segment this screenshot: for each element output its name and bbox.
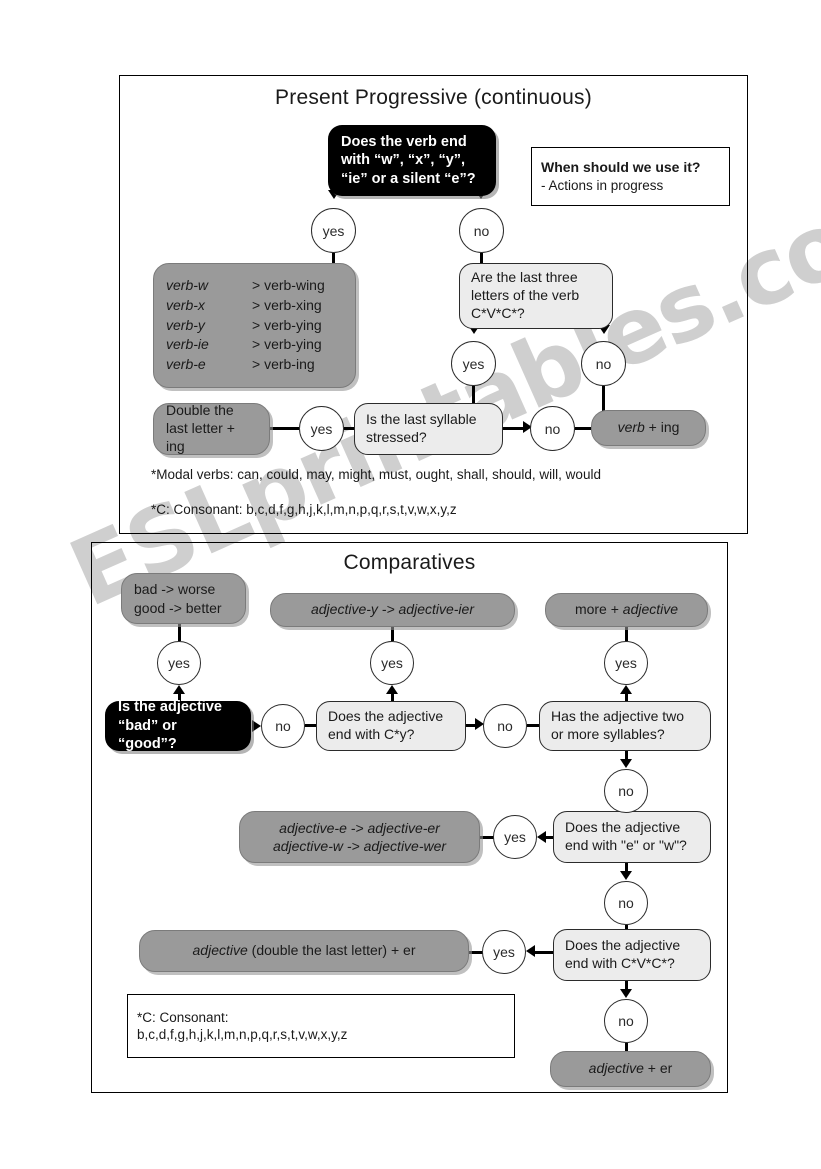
rule-to-1: > verb-xing [252,296,322,313]
arrow-down-to-no-4 [620,871,632,880]
rule-to-4: > verb-ing [252,356,315,373]
rule-from-2: verb-y [166,316,205,333]
decision-no-3: no [530,406,575,451]
result-double-last-letter: Double the last letter + ing [153,402,270,455]
usage-note-heading: When should we use it? [541,158,701,175]
question-end-with-e-or-w: Does the adjective end with "e" or "w"? [553,811,711,863]
page-title-comparatives: Comparatives [343,551,476,574]
rule-from-3: verb-ie [166,336,209,353]
panel-comparatives: Comparatives bad -> worse good -> better… [91,542,728,1093]
result-irregular-comparatives: bad -> worse good -> better [121,573,246,624]
footnote-modal-verbs: *Modal verbs: can, could, may, might, mu… [151,467,601,482]
panel-present-progressive: Present Progressive (continuous) Does th… [119,75,748,534]
decision-no-3-comparatives: no [604,769,648,813]
result-double-italic: adjective [192,942,248,959]
rule-to-2: > verb-ying [252,316,322,333]
connector-yes2-to-stress [472,386,475,404]
arrow-left-yes-5 [526,945,535,957]
rule-to-3: > verb-ying [252,336,322,353]
footnote-consonant-present: *C: Consonant: b,c,d,f,g,h,j,k,l,m,n,p,q… [151,502,457,517]
result-more-adjective: more + adjective [545,593,708,627]
connector-stress-to-no3 [503,427,525,430]
arrow-down-to-no-5 [620,989,632,998]
rule-from-4: verb-e [166,356,206,373]
decision-no-2-comparatives: no [483,704,527,748]
result-y-to-ier: adjective-y -> adjective-ier [270,593,515,627]
decision-yes-2: yes [451,341,496,386]
question-end-with-cvc-comparatives: Does the adjective end with C*V*C*? [553,929,711,981]
footnote-consonant-line2: b,c,d,f,g,h,j,k,l,m,n,p,q,r,s,t,v,w,x,y,… [137,1027,348,1042]
arrow-down-to-no-3-comparatives [620,759,632,768]
question-last-syllable-stressed: Is the last syllable stressed? [354,403,503,455]
question-end-with-cy: Does the adjective end with C*y? [316,701,466,751]
connector-ew-result-to-yes4 [480,836,494,839]
verb-rules-grid: verb-w > verb-wing verb-x > verb-xing ve… [166,277,343,375]
usage-note-line: - Actions in progress [541,177,664,193]
decision-no-1: no [459,208,504,253]
connector-double-result-to-yes5 [469,951,483,954]
decision-yes-3-comparatives: yes [604,641,648,685]
footnote-consonant-box: *C: Consonant: b,c,d,f,g,h,j,k,l,m,n,p,q… [127,994,515,1058]
result-verb-plus-ing: verb + ing [591,410,706,446]
rule-from-0: verb-w [166,276,209,293]
decision-no-1-comparatives: no [261,704,305,748]
decision-no-4-comparatives: no [604,881,648,925]
arrow-up-yes-3 [620,685,632,694]
connector-irregular-to-yes1 [178,624,181,641]
page-title-present-progressive: Present Progressive (continuous) [275,86,592,109]
question-last-three-letters-cvc: Are the last three letters of the verb C… [459,263,613,329]
arrow-right-to-no-1-comparatives [252,720,261,732]
connector-yier-to-yes2 [391,627,394,641]
question-two-or-more-syllables: Has the adjective two or more syllables? [539,701,711,751]
decision-no-5-comparatives: no [604,999,648,1043]
decision-yes-3: yes [299,406,344,451]
result-double-last-letter-er: adjective (double the last letter) + er [139,930,469,972]
question-verb-ending: Does the verb end with “w”, “x”, “y”, “i… [328,125,496,196]
rule-from-1: verb-x [166,296,205,313]
worksheet-page: ESLprintables.com Present Progressive (c… [0,0,821,1169]
decision-yes-4-comparatives: yes [493,815,537,859]
result-verb-italic: verb [617,419,645,436]
connector-yes5-to-cvc [534,951,553,954]
decision-yes-1: yes [311,208,356,253]
footnote-consonant-line1: *C: Consonant: [137,1009,229,1025]
decision-yes-5-comparatives: yes [482,930,526,974]
decision-yes-2-comparatives: yes [370,641,414,685]
decision-no-2: no [581,341,626,386]
rule-to-0: > verb-wing [252,276,325,293]
result-adjective-italic: adjective [588,1060,644,1077]
result-adjective-plus-er: adjective + er [550,1051,711,1087]
arrow-up-yes-2 [386,685,398,694]
decision-yes-1-comparatives: yes [157,641,201,685]
usage-note-box: When should we use it? - Actions in prog… [531,147,730,206]
connector-double-to-yes3 [270,427,299,430]
arrow-left-yes-4 [537,831,546,843]
verb-spelling-rules-box: verb-w > verb-wing verb-x > verb-xing ve… [153,263,356,388]
arrow-up-yes-1 [173,685,185,694]
result-more-italic: adjective [622,601,679,618]
connector-more-to-yes3 [625,627,628,641]
question-bad-or-good: Is the adjective “bad” or “good”? [105,699,251,752]
result-e-and-w: adjective-e -> adjective-er adjective-w … [239,811,480,863]
